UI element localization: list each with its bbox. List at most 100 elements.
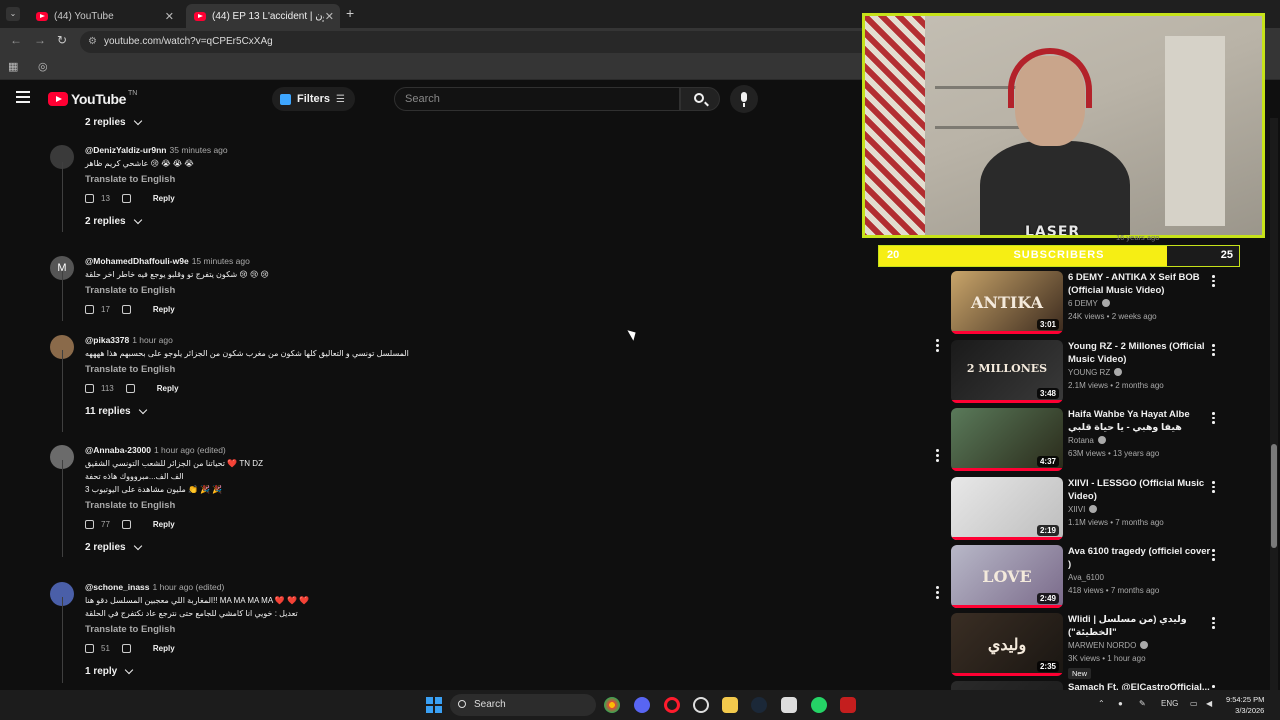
reply-button[interactable]: Reply xyxy=(157,384,179,393)
discord-icon[interactable] xyxy=(634,697,650,713)
tab-current-video[interactable]: (44) EP 13 L'accident | كسيدون ✕ xyxy=(186,4,340,28)
channel-name[interactable]: YOUNG RZ xyxy=(1068,368,1110,377)
comment-author[interactable]: @pika3378 xyxy=(85,335,129,345)
comment-time[interactable]: 1 hour ago xyxy=(132,335,173,345)
comment-author[interactable]: @Annaba-23000 xyxy=(85,445,151,455)
like-icon[interactable] xyxy=(85,644,94,653)
video-thumbnail[interactable] xyxy=(951,681,1063,690)
more-actions-icon[interactable] xyxy=(936,339,940,354)
video-title[interactable]: Young RZ - 2 Millones (Official Music Vi… xyxy=(1068,340,1211,366)
site-info-icon[interactable]: ⚙ xyxy=(88,31,97,53)
dislike-icon[interactable] xyxy=(121,305,131,314)
translate-link[interactable]: Translate to English xyxy=(85,285,175,296)
globe-icon[interactable]: ◎ xyxy=(38,60,48,73)
comment-time[interactable]: 1 hour ago (edited) xyxy=(153,582,225,592)
back-arrow-icon[interactable]: ← xyxy=(10,33,22,47)
search-input[interactable]: Search xyxy=(394,87,680,111)
new-tab-icon[interactable]: + xyxy=(346,5,354,21)
more-actions-icon[interactable] xyxy=(1212,617,1216,631)
related-video[interactable]: 2 MILLONES 3:48 Young RZ - 2 Millones (Off… xyxy=(951,340,1226,406)
video-thumbnail[interactable]: 2 MILLONES 3:48 xyxy=(951,340,1063,403)
app-icon[interactable] xyxy=(840,697,856,713)
reply-button[interactable]: Reply xyxy=(153,305,175,314)
dislike-icon[interactable] xyxy=(125,384,135,393)
like-icon[interactable] xyxy=(85,305,94,314)
comment-author[interactable]: @MohamedDhaffouli-w9e xyxy=(85,256,189,266)
replies-toggle[interactable]: 2 replies xyxy=(85,116,142,128)
dislike-icon[interactable] xyxy=(121,520,131,529)
translate-link[interactable]: Translate to English xyxy=(85,364,175,375)
comment-author[interactable]: @DenizYaldiz-ur9nn xyxy=(85,145,167,155)
system-clock[interactable]: 9:54:25 PM 3/3/2026 xyxy=(1226,694,1264,716)
related-video[interactable]: 2:19 XIIVI - LESSGO (Official Music Video… xyxy=(951,477,1226,543)
windows-start-icon[interactable] xyxy=(426,697,442,713)
replies-toggle[interactable]: 1 reply xyxy=(85,665,134,677)
video-thumbnail[interactable]: 4:37 xyxy=(951,408,1063,471)
tab-search-button[interactable]: ⌄ xyxy=(6,7,20,21)
channel-name[interactable]: XIIVI xyxy=(1068,505,1085,514)
more-actions-icon[interactable] xyxy=(1212,549,1216,563)
related-video[interactable]: وليدي 2:35 Wlidi | وليدي (من مسلسل "الخطيئ… xyxy=(951,613,1226,679)
channel-name[interactable]: 6 DEMY xyxy=(1068,299,1098,308)
like-icon[interactable] xyxy=(85,520,94,529)
video-title[interactable]: Haifa Wahbe Ya Hayat Albe هيفا وهبي - يا… xyxy=(1068,408,1211,434)
channel-name[interactable]: Ava_6100 xyxy=(1068,573,1104,582)
more-actions-icon[interactable] xyxy=(1212,412,1216,426)
channel-name[interactable]: MARWEN NORDO xyxy=(1068,641,1136,650)
more-actions-icon[interactable] xyxy=(1212,344,1216,358)
pen-icon[interactable]: ✎ xyxy=(1139,699,1146,708)
volume-icon[interactable]: ◀ xyxy=(1206,699,1212,708)
filters-button[interactable]: Filters ☰ xyxy=(272,87,355,111)
more-actions-icon[interactable] xyxy=(1212,275,1216,289)
close-tab-icon[interactable]: ✕ xyxy=(325,10,334,23)
reply-button[interactable]: Reply xyxy=(153,520,175,529)
obs-icon[interactable] xyxy=(781,697,797,713)
video-title[interactable]: Wlidi | وليدي (من مسلسل "الخطيئة") xyxy=(1068,613,1211,639)
whatsapp-icon[interactable] xyxy=(811,697,827,713)
video-title[interactable]: 6 DEMY - ANTIKA X Seif BOB (Official Mus… xyxy=(1068,271,1211,297)
related-video[interactable]: 4:37 Haifa Wahbe Ya Hayat Albe هيفا وهبي … xyxy=(951,408,1226,474)
opera-icon[interactable] xyxy=(664,697,680,713)
forward-arrow-icon[interactable]: → xyxy=(34,33,46,47)
scrollbar-thumb[interactable] xyxy=(1271,444,1277,548)
settings-icon[interactable] xyxy=(693,697,709,713)
video-thumbnail[interactable]: 2:19 xyxy=(951,477,1063,540)
replies-toggle[interactable]: 2 replies xyxy=(85,215,142,227)
video-title[interactable]: Ava 6100 tragedy (officiel cover ) xyxy=(1068,545,1211,571)
related-video[interactable]: Samach Ft. @ElCastroOfficial... xyxy=(951,681,1226,690)
replies-toggle[interactable]: 11 replies xyxy=(85,405,147,417)
translate-link[interactable]: Translate to English xyxy=(85,174,175,185)
tray-expand-icon[interactable]: ⌃ xyxy=(1098,699,1105,708)
like-icon[interactable] xyxy=(85,384,94,393)
steam-icon[interactable] xyxy=(751,697,767,713)
more-actions-icon[interactable] xyxy=(1212,481,1216,495)
like-icon[interactable] xyxy=(85,194,94,203)
tab-youtube-home[interactable]: (44) YouTube ✕ xyxy=(28,4,180,28)
reload-icon[interactable]: ↻ xyxy=(57,33,67,47)
network-icon[interactable]: ▭ xyxy=(1190,699,1198,708)
video-title[interactable]: XIIVI - LESSGO (Official Music Video) xyxy=(1068,477,1211,503)
translate-link[interactable]: Translate to English xyxy=(85,624,175,635)
video-thumbnail[interactable]: ANTIKA 3:01 xyxy=(951,271,1063,334)
comment-time[interactable]: 1 hour ago (edited) xyxy=(154,445,226,455)
related-video[interactable]: ANTIKA 3:01 6 DEMY - ANTIKA X Seif BOB (Of… xyxy=(951,271,1226,337)
reply-button[interactable]: Reply xyxy=(153,194,175,203)
youtube-logo[interactable]: YouTube TN xyxy=(48,90,137,107)
video-thumbnail[interactable]: وليدي 2:35 xyxy=(951,613,1063,676)
related-video[interactable]: LOVE 2:49 Ava 6100 tragedy (officiel cover… xyxy=(951,545,1226,611)
dislike-icon[interactable] xyxy=(121,644,131,653)
voice-search-button[interactable] xyxy=(730,85,758,113)
reply-button[interactable]: Reply xyxy=(153,644,175,653)
taskbar-search[interactable]: Search xyxy=(450,694,596,716)
apps-grid-icon[interactable]: ▦ xyxy=(8,60,18,73)
more-actions-icon[interactable] xyxy=(936,449,940,464)
comment-time[interactable]: 35 minutes ago xyxy=(170,145,228,155)
channel-name[interactable]: Rotana xyxy=(1068,436,1094,445)
replies-toggle[interactable]: 2 replies xyxy=(85,541,142,553)
language-indicator[interactable]: ENG xyxy=(1161,699,1178,708)
comment-time[interactable]: 15 minutes ago xyxy=(192,256,250,266)
dislike-icon[interactable] xyxy=(121,194,131,203)
more-actions-icon[interactable] xyxy=(936,586,940,601)
file-explorer-icon[interactable] xyxy=(722,697,738,713)
translate-link[interactable]: Translate to English xyxy=(85,500,175,511)
